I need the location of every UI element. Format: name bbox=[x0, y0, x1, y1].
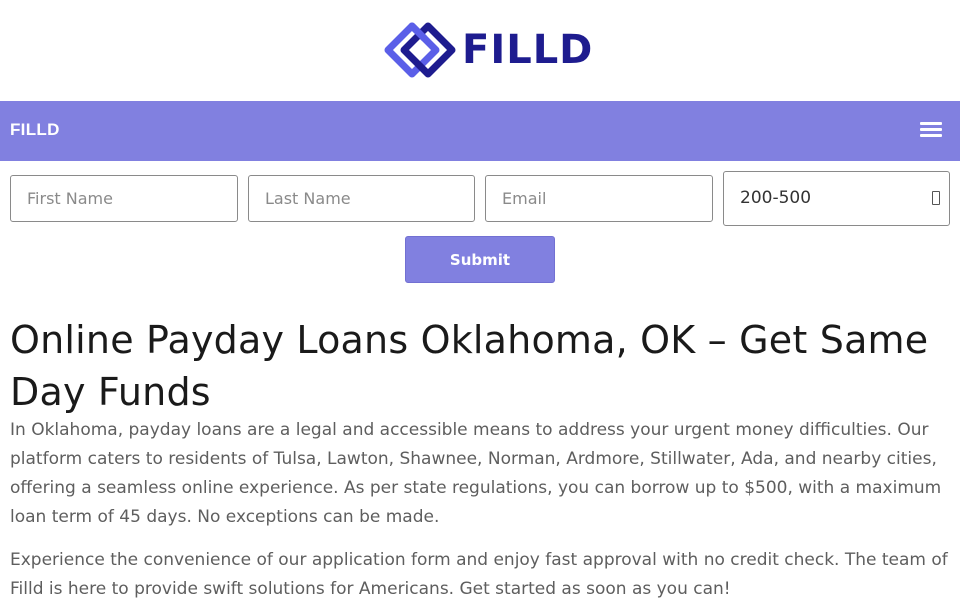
email-input[interactable] bbox=[485, 175, 713, 222]
first-name-input[interactable] bbox=[10, 175, 238, 222]
loan-amount-value: 200-500 bbox=[740, 188, 812, 208]
nav-brand[interactable]: FILLD bbox=[10, 120, 60, 140]
main-navbar: FILLD bbox=[0, 101, 960, 161]
last-name-input[interactable] bbox=[248, 175, 475, 222]
loan-amount-select[interactable]: 200-500 bbox=[723, 171, 950, 226]
site-logo-link[interactable]: FILLD bbox=[382, 22, 593, 78]
intro-paragraph: In Oklahoma, payday loans are a legal an… bbox=[10, 420, 942, 527]
secondary-paragraph: Experience the convenience of our applic… bbox=[10, 550, 948, 599]
dropdown-caret-icon bbox=[932, 191, 940, 205]
submit-button[interactable]: Submit bbox=[405, 236, 555, 283]
hamburger-menu-icon[interactable] bbox=[919, 120, 943, 140]
page-title: Online Payday Loans Oklahoma, OK – Get S… bbox=[10, 318, 929, 414]
logo-header: FILLD bbox=[0, 0, 960, 101]
logo-wordmark: FILLD bbox=[462, 27, 594, 73]
filld-logo-icon bbox=[384, 22, 456, 78]
